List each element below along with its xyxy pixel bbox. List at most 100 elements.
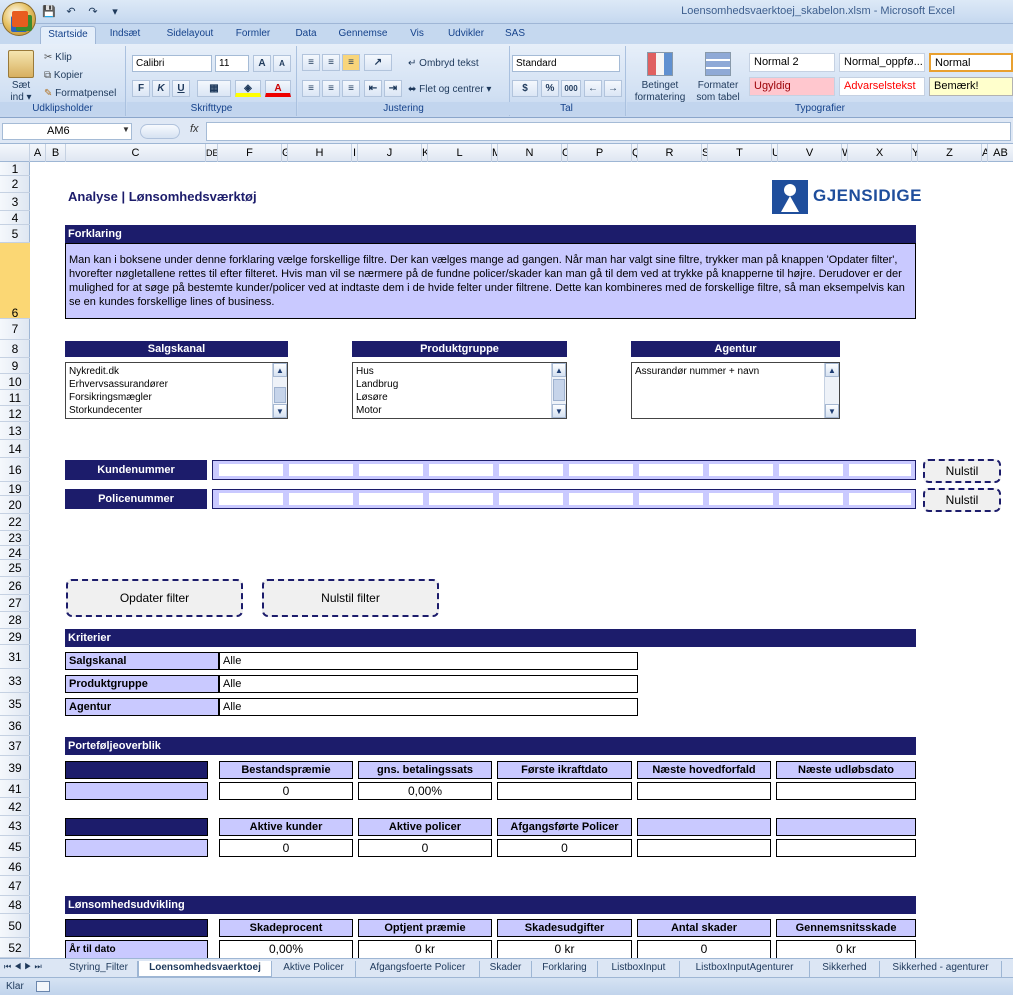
format-as-table-button[interactable]: Formater som tabel: [691, 80, 745, 104]
row-header[interactable]: 7: [0, 319, 30, 340]
office-button[interactable]: [2, 2, 36, 36]
bold-button[interactable]: F: [132, 80, 150, 97]
reset-kundenummer-button[interactable]: Nulstil: [923, 459, 1001, 483]
currency-icon[interactable]: $: [512, 80, 538, 97]
sheet-tab[interactable]: ListboxInputAgenturer: [680, 961, 810, 977]
number-format-select[interactable]: Standard: [512, 55, 620, 72]
row-header[interactable]: 12: [0, 406, 30, 422]
kpi-value[interactable]: 0: [637, 940, 771, 958]
policenummer-input-strip[interactable]: [212, 489, 916, 509]
kpi-value[interactable]: [637, 839, 771, 857]
row-header[interactable]: 47: [0, 876, 30, 896]
criteria-value-salgskanal[interactable]: Alle: [219, 652, 638, 670]
row-header[interactable]: 23: [0, 531, 30, 546]
policenummer-input[interactable]: [569, 493, 633, 505]
scroll-up-icon[interactable]: ▲: [273, 363, 287, 377]
salgskanal-listbox[interactable]: Nykredit.dk Erhvervsassurandører Forsikr…: [65, 362, 288, 419]
row-header[interactable]: 2: [0, 176, 30, 193]
row-header[interactable]: 45: [0, 836, 30, 858]
cut-button[interactable]: ✂ Klip: [44, 52, 72, 64]
macro-record-icon[interactable]: [36, 981, 50, 992]
column-header-de[interactable]: DE: [206, 144, 218, 162]
scroll-up-icon[interactable]: ▲: [825, 363, 839, 377]
column-header-h[interactable]: H: [288, 144, 352, 162]
column-header-x[interactable]: X: [848, 144, 912, 162]
scroll-down-icon[interactable]: ▼: [552, 404, 566, 418]
row-header[interactable]: 5: [0, 225, 30, 243]
row-header[interactable]: 10: [0, 374, 30, 390]
sheet-tab[interactable]: Afgangsfoerte Policer: [356, 961, 480, 977]
kpi-value[interactable]: [497, 782, 632, 800]
policenummer-input[interactable]: [289, 493, 353, 505]
style-normal[interactable]: Normal: [929, 53, 1013, 72]
kundenummer-input[interactable]: [219, 464, 283, 476]
row-header[interactable]: 9: [0, 358, 30, 374]
style-normal-2[interactable]: Normal 2: [749, 53, 835, 72]
column-header-n[interactable]: N: [498, 144, 562, 162]
style-advarselstekst[interactable]: Advarselstekst: [839, 77, 925, 96]
style-normal-oppfoering[interactable]: Normal_oppfø...: [839, 53, 925, 72]
orientation-icon[interactable]: ↗: [364, 54, 392, 71]
sheet-tab[interactable]: Sikkerhed - agenturer: [880, 961, 1002, 977]
list-item[interactable]: Assurandør nummer + navn: [635, 365, 836, 378]
kundenummer-input[interactable]: [639, 464, 703, 476]
row-header[interactable]: 42: [0, 798, 30, 816]
reset-policenummer-button[interactable]: Nulstil: [923, 488, 1001, 512]
thousands-button[interactable]: 000: [561, 80, 581, 97]
row-header[interactable]: 4: [0, 211, 30, 225]
tab-formler[interactable]: Formler: [228, 26, 278, 44]
row-header[interactable]: 19: [0, 482, 30, 496]
kundenummer-input[interactable]: [569, 464, 633, 476]
increase-indent-icon[interactable]: ⇥: [384, 80, 402, 97]
kundenummer-input[interactable]: [709, 464, 773, 476]
fill-color-button[interactable]: ◈: [235, 80, 261, 97]
column-header-c[interactable]: C: [66, 144, 206, 162]
column-header-f[interactable]: F: [218, 144, 282, 162]
row-header[interactable]: 1: [0, 162, 30, 176]
style-ugyldig[interactable]: Ugyldig: [749, 77, 835, 96]
wrap-text-button[interactable]: ↵ Ombryd tekst: [408, 58, 479, 70]
copy-button[interactable]: ⧉ Kopier: [44, 70, 83, 82]
kpi-value[interactable]: 0: [219, 782, 353, 800]
column-header-z[interactable]: Z: [918, 144, 982, 162]
list-item[interactable]: Erhvervsassurandører: [69, 378, 284, 391]
column-header-p[interactable]: P: [568, 144, 632, 162]
list-item[interactable]: Hus: [356, 365, 563, 378]
kpi-value[interactable]: 0: [497, 839, 632, 857]
row-header[interactable]: 35: [0, 693, 30, 716]
decrease-indent-icon[interactable]: ⇤: [364, 80, 382, 97]
kpi-value[interactable]: [637, 782, 771, 800]
kundenummer-input-strip[interactable]: [212, 460, 916, 480]
kundenummer-input[interactable]: [429, 464, 493, 476]
policenummer-input[interactable]: [359, 493, 423, 505]
underline-button[interactable]: U: [172, 80, 190, 97]
style-bemaerk[interactable]: Bemærk!: [929, 77, 1013, 96]
sheet-tab[interactable]: Styring_Filter: [60, 961, 138, 977]
row-header[interactable]: 13: [0, 422, 30, 440]
row-header[interactable]: 50: [0, 914, 30, 938]
column-header-l[interactable]: L: [428, 144, 492, 162]
row-header[interactable]: 37: [0, 736, 30, 756]
listbox-scrollbar[interactable]: ▲ ▼: [551, 363, 566, 418]
policenummer-input[interactable]: [709, 493, 773, 505]
listbox-scrollbar[interactable]: ▲ ▼: [272, 363, 287, 418]
row-header[interactable]: 43: [0, 816, 30, 836]
agentur-listbox[interactable]: Assurandør nummer + navn ▲ ▼: [631, 362, 840, 419]
row-header[interactable]: 36: [0, 716, 30, 736]
italic-button[interactable]: K: [152, 80, 170, 97]
list-item[interactable]: Landbrug: [356, 378, 563, 391]
reset-filter-button[interactable]: Nulstil filter: [262, 579, 439, 617]
row-header[interactable]: 3: [0, 193, 30, 211]
row-header[interactable]: 11: [0, 390, 30, 406]
row-header[interactable]: 16: [0, 458, 30, 482]
kundenummer-input[interactable]: [849, 464, 911, 476]
insert-function-button[interactable]: fx: [190, 123, 199, 135]
policenummer-input[interactable]: [779, 493, 843, 505]
list-item[interactable]: Løsøre: [356, 391, 563, 404]
policenummer-input[interactable]: [639, 493, 703, 505]
sheet-tab[interactable]: Forklaring: [532, 961, 598, 977]
row-header[interactable]: 33: [0, 669, 30, 693]
kpi-value[interactable]: 0,00%: [358, 782, 492, 800]
tab-sidelayout[interactable]: Sidelayout: [158, 26, 222, 44]
column-header-b[interactable]: B: [46, 144, 66, 162]
